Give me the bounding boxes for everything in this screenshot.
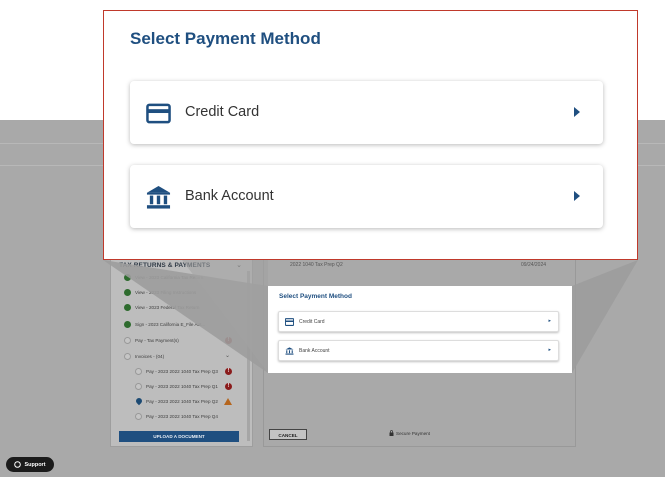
option-label: Bank Account bbox=[299, 348, 330, 354]
circle-icon bbox=[135, 413, 142, 420]
invoice-date: 09/24/2024 bbox=[521, 262, 547, 268]
chat-icon bbox=[14, 461, 22, 468]
chevron-right-icon: ▸ bbox=[548, 318, 551, 324]
location-pin-icon bbox=[134, 396, 144, 406]
invoice-name: 2022 1040 Tax Prep Q2 bbox=[290, 262, 343, 268]
preview-bank-account-option[interactable]: Bank Account ▸ bbox=[278, 340, 559, 361]
bank-icon bbox=[146, 185, 171, 209]
task-item[interactable]: Pay - 2023 2022 1040 Tax Prep Q2 bbox=[146, 399, 218, 404]
circle-icon bbox=[124, 353, 131, 360]
check-icon bbox=[124, 304, 131, 311]
modal-title: Select Payment Method bbox=[130, 29, 321, 48]
support-label: Support bbox=[24, 461, 46, 468]
alert-badge: ! bbox=[225, 337, 232, 344]
panel-title: TAX RETURNS & PAYMENTS bbox=[119, 262, 211, 269]
scrollbar[interactable] bbox=[247, 271, 250, 441]
check-icon bbox=[124, 289, 131, 296]
credit-card-icon bbox=[146, 103, 171, 124]
chevron-right-icon bbox=[574, 191, 580, 201]
task-item[interactable]: View - 2023 California Tax Return bbox=[135, 275, 203, 280]
bank-icon bbox=[285, 347, 294, 355]
circle-icon bbox=[124, 337, 131, 344]
secure-payment-label: Secure Payment bbox=[396, 431, 430, 436]
select-payment-method-modal: Select Payment Method Credit Card Bank A… bbox=[103, 10, 638, 260]
preview-title: Select Payment Method bbox=[279, 293, 352, 300]
lock-icon bbox=[389, 430, 394, 436]
task-item[interactable]: Pay - Tax Payment(s) bbox=[135, 338, 179, 343]
credit-card-option[interactable]: Credit Card bbox=[130, 81, 603, 144]
task-item[interactable]: Pay - 2023 2022 1040 Tax Prep Q1 bbox=[146, 384, 218, 389]
upload-document-button[interactable]: UPLOAD A DOCUMENT bbox=[119, 431, 239, 442]
task-item[interactable]: View - 2023 Federal Tax Return bbox=[135, 305, 199, 310]
chevron-right-icon bbox=[574, 107, 580, 117]
check-icon bbox=[124, 274, 131, 281]
bank-account-option[interactable]: Bank Account bbox=[130, 165, 603, 228]
task-item[interactable]: Sign - 2023 California E_File Aut... bbox=[135, 322, 205, 327]
bank-account-label: Bank Account bbox=[185, 188, 274, 204]
preview-credit-card-option[interactable]: Credit Card ▸ bbox=[278, 311, 559, 332]
warning-icon bbox=[224, 398, 232, 405]
chevron-down-icon[interactable]: ⌄ bbox=[236, 261, 242, 269]
alert-badge: ! bbox=[225, 368, 232, 375]
option-label: Credit Card bbox=[299, 319, 325, 325]
chevron-down-icon[interactable]: ⌄ bbox=[225, 352, 230, 359]
support-button[interactable]: Support bbox=[6, 457, 54, 472]
alert-badge: ! bbox=[225, 383, 232, 390]
task-item[interactable]: Invoices - (04) bbox=[135, 354, 164, 359]
task-item[interactable]: Pay - 2023 2022 1040 Tax Prep Q3 bbox=[146, 369, 218, 374]
credit-card-icon bbox=[285, 318, 294, 326]
task-item[interactable]: View - 2023 Filing Instructions bbox=[135, 290, 196, 295]
chevron-right-icon: ▸ bbox=[548, 347, 551, 353]
circle-icon bbox=[135, 383, 142, 390]
credit-card-label: Credit Card bbox=[185, 104, 260, 120]
check-icon bbox=[124, 321, 131, 328]
task-item[interactable]: Pay - 2023 2022 1040 Tax Prep Q4 bbox=[146, 414, 218, 419]
payment-method-preview: Select Payment Method Credit Card ▸ Bank… bbox=[268, 286, 572, 373]
tax-returns-panel: TAX RETURNS & PAYMENTS ⌄ View - 2023 Cal… bbox=[110, 250, 253, 447]
circle-icon bbox=[135, 368, 142, 375]
cancel-button[interactable]: CANCEL bbox=[269, 429, 307, 440]
